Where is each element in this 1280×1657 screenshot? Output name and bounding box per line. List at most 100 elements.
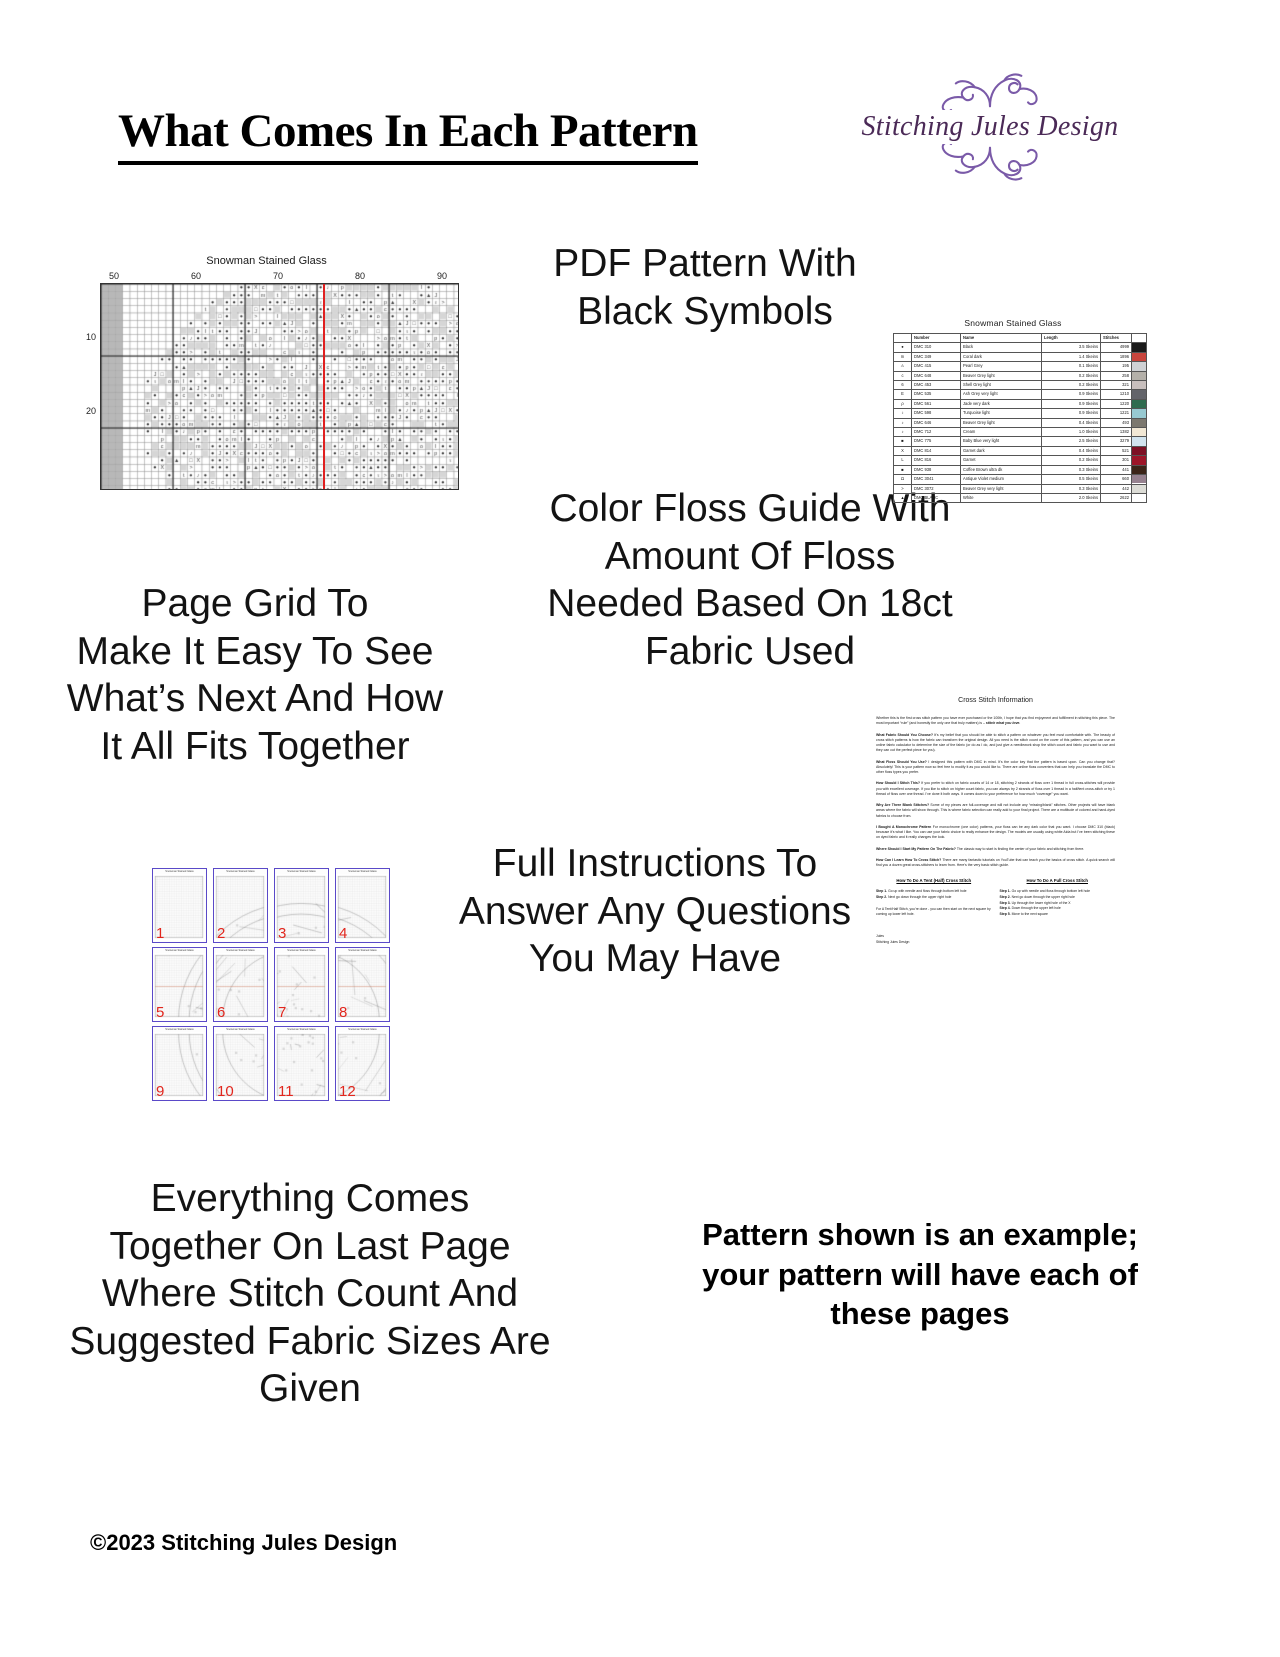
instructions-section: What Floss Should You Use? I designed th…	[876, 759, 1115, 775]
page-number: 11	[278, 1083, 294, 1100]
floss-cell-name: Beaver Grey light	[960, 370, 1042, 382]
copyright-notice: ©2023 Stitching Jules Design	[90, 1530, 398, 1555]
caption-floss-guide: Color Floss Guide With Amount Of Floss Nee…	[547, 487, 953, 673]
full-stitch-heading: How To Do A Full Cross Stitch	[1026, 878, 1088, 884]
floss-color-swatch	[1131, 351, 1147, 363]
page-number: 3	[278, 925, 287, 942]
floss-color-swatch	[1131, 342, 1147, 353]
floss-cell-sym: >	[893, 483, 912, 494]
full-stitch-steps: Step 1. Go up with needle and floss thro…	[1000, 889, 1116, 919]
brand-logo: Stitching Jules Design	[845, 72, 1135, 197]
instructions-section-heading: How Can I Learn How To Cross Stitch?	[876, 857, 942, 862]
floss-cell-num: DMC 814	[911, 445, 961, 457]
instructions-section-heading: What Fabric Should You Choose?	[876, 732, 933, 737]
chart-stitch-cells	[101, 284, 458, 489]
floss-cell-sym: E	[893, 389, 912, 400]
floss-cell-len: 0.3 Skeins	[1041, 483, 1101, 494]
floss-table-row: X DMC 814 Garnet dark 0.4 Skeins 521	[893, 445, 1147, 457]
instructions-section: How Should I Stitch This? If you prefer …	[876, 781, 1115, 796]
caption-instructions: Full Instructions To Answer Any Questions…	[458, 842, 852, 981]
instructions-stitch-columns: How To Do A Tent (Half) Cross Stitch Ste…	[876, 878, 1115, 918]
page-thumbnail: Snowman Stained Glass 11	[274, 1026, 329, 1101]
floss-cell-sym: c	[893, 370, 912, 382]
full-stitch-column: How To Do A Full Cross Stitch Step 1. Go…	[1000, 878, 1116, 918]
page-number: 2	[217, 925, 226, 942]
floss-cell-name: Jade very dark	[960, 398, 1042, 410]
instructions-signature: Jules Stitching Jules Design	[876, 934, 1123, 945]
instructions-title: Cross Stitch Information	[958, 697, 1033, 704]
floss-cell-num: DMC BLANC	[911, 492, 961, 504]
floss-cell-sym: ⚠	[893, 361, 912, 372]
floss-cell-name: Baby Blue very light	[960, 436, 1042, 447]
stitch-step: Step 5. Move to the next square	[999, 912, 1048, 917]
floss-column-header	[893, 332, 912, 344]
floss-table-row: ♪ DMC 712 Cream 1.0 Skeins 1382	[893, 427, 1147, 438]
caption-page-grid: Page Grid To Make It Easy To See What’s Ne…	[66, 582, 444, 768]
floss-cell-stc: 493	[1100, 417, 1132, 429]
floss-cell-sym: m	[893, 351, 912, 363]
floss-cell-sym: ▲	[893, 492, 912, 504]
floss-cell-name: Beaver Grey light	[960, 417, 1042, 429]
floss-color-swatch	[1131, 370, 1147, 382]
floss-cell-len: 0.2 Skeins	[1041, 455, 1101, 466]
page-thumbnail: Snowman Stained Glass 9	[152, 1026, 207, 1101]
floss-cell-num: DMC 415	[911, 361, 961, 372]
page-number: 7	[278, 1004, 287, 1021]
chart-row-label: 10	[85, 332, 96, 342]
floss-cell-stc: 660	[1100, 474, 1132, 485]
chart-grid	[100, 283, 459, 490]
floss-cell-stc: 2622	[1100, 492, 1132, 504]
page-thumbnail: Snowman Stained Glass 1	[152, 868, 207, 943]
floss-cell-num: DMC 3072	[911, 483, 961, 494]
chart-column-labels: 50 60 70 80 90	[100, 271, 457, 283]
floss-color-swatch	[1131, 455, 1147, 466]
floss-cell-num: DMC 598	[911, 408, 961, 419]
floss-cell-sym: ■	[893, 464, 912, 476]
floss-cell-sym: ρ	[893, 398, 912, 410]
floss-color-swatch	[1131, 389, 1147, 400]
floss-cell-stc: 441	[1100, 464, 1132, 476]
floss-table-row: ■ DMC 775 Baby Blue very light 2.5 Skeins 32…	[893, 436, 1147, 447]
instructions-intro: Whether this is the first cross stitch p…	[876, 716, 1115, 726]
floss-cell-stc: 1221	[1100, 408, 1132, 419]
caption-pdf-pattern: PDF Pattern With Black Symbols	[553, 242, 857, 333]
caption-example-note: Pattern shown is an example; your patter…	[702, 1217, 1138, 1332]
floss-color-swatch	[1131, 361, 1147, 372]
floss-guide-title: Snowman Stained Glass	[964, 318, 1062, 328]
floss-color-swatch	[1131, 492, 1147, 504]
floss-cell-num: DMC 561	[911, 398, 961, 410]
floss-table-row: m DMC 349 Coral dark 1.4 Skeins 1896	[893, 351, 1147, 363]
floss-cell-stc: 521	[1100, 445, 1132, 457]
floss-color-swatch	[1131, 398, 1147, 410]
chart-row-label: 20	[85, 406, 96, 416]
floss-cell-name: Antique Violet medium	[960, 474, 1042, 485]
floss-cell-sym: ♀	[893, 408, 912, 419]
page-thumbnail: Snowman Stained Glass 4	[335, 868, 390, 943]
floss-cell-name: Turquoise light	[960, 408, 1042, 419]
floss-table-row: ● DMC 310 Black 3.5 Skeins 4999	[893, 342, 1147, 353]
floss-cell-stc: 1382	[1100, 427, 1132, 438]
page-thumbnail: Snowman Stained Glass 5	[152, 947, 207, 1022]
floss-cell-num: DMC 816	[911, 455, 961, 466]
floss-cell-sym: X	[893, 445, 912, 457]
chart-preview-title: Snowman Stained Glass	[206, 255, 327, 267]
floss-cell-len: 0.3 Skeins	[1041, 464, 1101, 476]
floss-column-header: Stitches	[1100, 332, 1132, 344]
floss-cell-name: Coffee Brown ultra dk	[960, 464, 1042, 476]
floss-color-swatch	[1131, 445, 1147, 457]
floss-cell-stc: 442	[1100, 483, 1132, 494]
instructions-section-heading: How Should I Stitch This?	[876, 781, 921, 786]
instructions-section: Where Should I Start My Pattern On The F…	[876, 846, 1085, 851]
floss-table-row: Ω DMC 3041 Antique Violet medium 0.5 Skeins…	[893, 474, 1147, 485]
floss-column-header: Length	[1041, 332, 1101, 344]
page-number: 5	[156, 1004, 165, 1021]
page-thumbnail: Snowman Stained Glass 12	[335, 1026, 390, 1101]
floss-color-swatch	[1131, 474, 1147, 485]
floss-cell-sym: L	[893, 455, 912, 466]
page-thumbnail: Snowman Stained Glass 6	[213, 947, 268, 1022]
chart-col-label: 50	[108, 271, 120, 281]
floss-cell-sym: Ω	[893, 474, 912, 485]
half-stitch-column: How To Do A Tent (Half) Cross Stitch Ste…	[876, 878, 992, 918]
floss-cell-name: Beaver Grey very light	[960, 483, 1042, 494]
floss-cell-stc: 1896	[1100, 351, 1132, 363]
